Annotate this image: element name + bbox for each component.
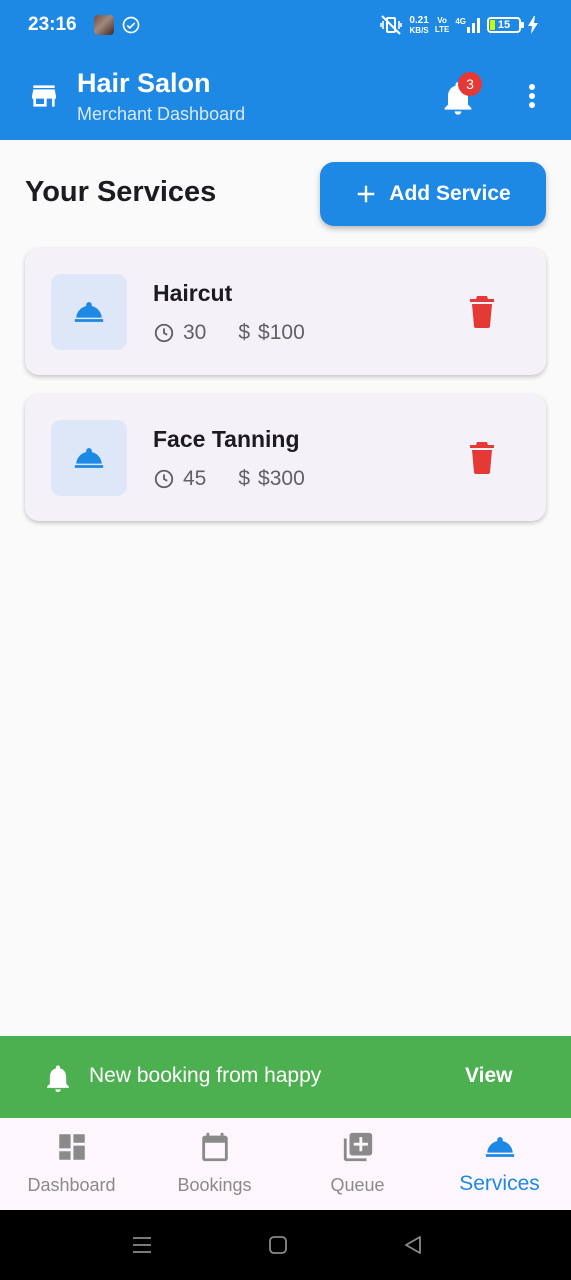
signal-icon: [467, 18, 480, 33]
snackbar-message: New booking from happy: [89, 1064, 322, 1087]
snackbar-view-button[interactable]: View: [465, 1064, 512, 1088]
app-title: Hair Salon: [77, 68, 211, 98]
menu-icon[interactable]: [131, 1234, 153, 1256]
check-circle-icon: [122, 16, 140, 34]
calendar-icon: [201, 1132, 228, 1162]
nav-label: Queue: [330, 1175, 385, 1195]
service-meta: 30 $ $100: [153, 321, 305, 345]
add-service-label: Add Service: [389, 182, 511, 205]
service-thumbnail: [51, 420, 127, 496]
system-navigation-bar: [0, 1210, 571, 1280]
store-icon: [32, 85, 56, 107]
dashboard-icon: [58, 1134, 85, 1160]
top-header: 23:16 0.21 KB/S Vo LTE 4G 15 Hair Salon Me…: [0, 0, 571, 140]
booking-snackbar: New booking from happy View: [0, 1036, 571, 1118]
page-title: Your Services: [25, 176, 217, 208]
status-bar: 23:16 0.21 KB/S Vo LTE 4G 15: [0, 0, 571, 52]
back-icon[interactable]: [402, 1234, 424, 1256]
service-name: Haircut: [153, 280, 233, 306]
dollar-icon: $: [238, 321, 251, 344]
room-service-icon: [485, 1137, 514, 1157]
clock-icon: [154, 323, 174, 343]
network-signal: 4G: [455, 17, 481, 33]
delete-icon[interactable]: [469, 294, 495, 328]
bell-icon: [47, 1065, 69, 1092]
nav-label: Services: [459, 1172, 540, 1195]
app-subtitle: Merchant Dashboard: [77, 104, 246, 124]
queue-add-icon: [343, 1132, 372, 1162]
nav-label: Dashboard: [27, 1175, 116, 1195]
service-duration: 45: [183, 467, 207, 490]
nav-item-bookings[interactable]: Bookings: [143, 1118, 286, 1210]
notification-thumbnail: [94, 15, 114, 35]
delete-icon[interactable]: [469, 440, 495, 474]
home-icon[interactable]: [267, 1234, 289, 1256]
service-card[interactable]: Haircut 30 $ $100: [25, 248, 546, 375]
service-card[interactable]: Face Tanning 45 $ $300: [25, 394, 546, 521]
status-icons: 0.21 KB/S Vo LTE 4G 15: [379, 12, 539, 38]
service-meta: 45 $ $300: [153, 467, 305, 491]
battery-indicator: 15: [487, 17, 524, 33]
screen: 23:16 0.21 KB/S Vo LTE 4G 15 Hair Salon Me…: [0, 0, 571, 1280]
status-time: 23:16: [28, 14, 77, 35]
net-speed: 0.21 KB/S: [409, 14, 429, 35]
nav-label: Bookings: [177, 1175, 252, 1195]
notification-badge: 3: [458, 72, 482, 96]
service-name: Face Tanning: [153, 426, 300, 452]
add-service-button[interactable]: Add Service: [320, 162, 546, 226]
service-thumbnail: [51, 274, 127, 350]
room-service-icon: [74, 302, 104, 322]
service-price: $300: [258, 467, 305, 490]
service-duration: 30: [183, 321, 207, 344]
bottom-navigation: Dashboard Bookings Queue Services: [0, 1118, 571, 1210]
dollar-icon: $: [238, 467, 251, 490]
room-service-icon: [74, 448, 104, 468]
nav-item-dashboard[interactable]: Dashboard: [0, 1118, 143, 1210]
service-price: $100: [258, 321, 305, 344]
plus-icon: [358, 185, 375, 203]
clock-icon: [154, 469, 174, 489]
nav-item-services[interactable]: Services: [428, 1118, 571, 1210]
volte-label: Vo LTE: [434, 16, 450, 34]
more-vert-icon[interactable]: [520, 80, 544, 112]
vibrate-mute-icon: [380, 15, 403, 35]
app-bar: Hair Salon Merchant Dashboard 3: [0, 52, 571, 140]
charging-bolt-icon: [528, 16, 538, 34]
nav-item-queue[interactable]: Queue: [286, 1118, 429, 1210]
